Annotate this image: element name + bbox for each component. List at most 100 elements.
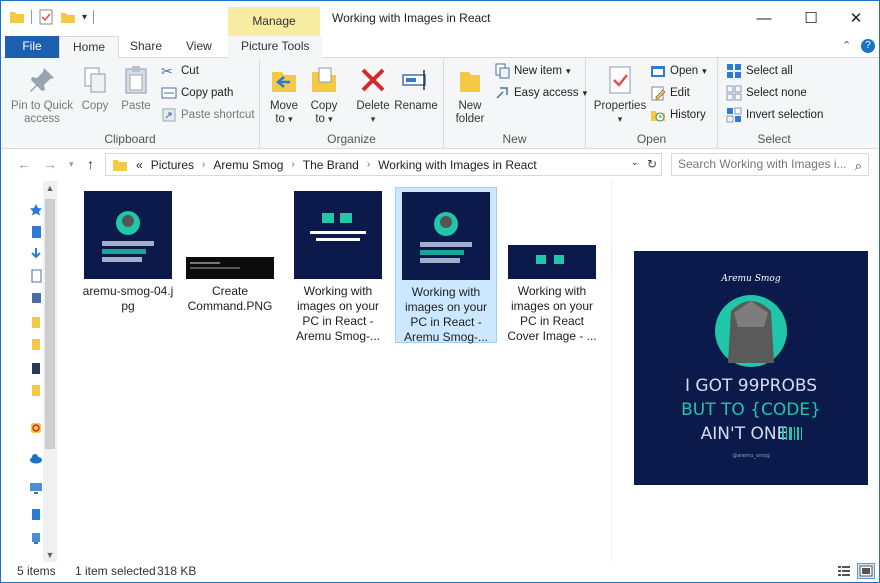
file-item[interactable]: Working with images on your PC in React … bbox=[501, 187, 603, 343]
file-item[interactable]: aremu-smog-04.j pg bbox=[77, 187, 179, 343]
breadcrumb-aremu-smog[interactable]: Aremu Smog bbox=[213, 158, 283, 172]
window-title: Working with Images in React bbox=[332, 11, 491, 25]
delete-x-icon bbox=[361, 68, 385, 92]
easy-access-label: Easy access bbox=[514, 87, 579, 99]
delete-button[interactable]: Delete ▾ bbox=[354, 64, 392, 126]
new-item-button[interactable]: New item ▾ bbox=[494, 61, 570, 81]
breadcrumb-the-brand[interactable]: The Brand bbox=[303, 158, 359, 172]
breadcrumb-current[interactable]: Working with Images in React bbox=[378, 158, 537, 172]
tab-picture-tools[interactable]: Picture Tools bbox=[228, 36, 323, 58]
folder-icon[interactable] bbox=[29, 337, 43, 351]
open-group-label: Open bbox=[636, 132, 667, 146]
history-button[interactable]: History bbox=[650, 105, 706, 125]
address-overflow[interactable]: « bbox=[136, 158, 143, 172]
folder-icon[interactable] bbox=[29, 383, 43, 397]
manage-context-tab[interactable]: Manage bbox=[228, 7, 320, 36]
new-item-label: New item bbox=[514, 65, 562, 77]
new-folder-button[interactable]: New folder bbox=[450, 64, 490, 126]
history-label: History bbox=[670, 109, 706, 121]
up-arrow-icon[interactable]: ↑ bbox=[87, 156, 94, 172]
collapse-ribbon-icon[interactable]: ⌃ bbox=[842, 39, 851, 52]
pin-label: Pin to Quick access bbox=[11, 100, 73, 125]
explorer-window: ▾ Manage Working with Images in React — … bbox=[0, 0, 880, 583]
new-folder-icon[interactable] bbox=[60, 9, 76, 25]
copy-path-button[interactable]: Copy path bbox=[161, 83, 233, 103]
file-name: Create Command.PNG bbox=[187, 284, 273, 313]
file-name: Working with images on your PC in React … bbox=[403, 285, 489, 344]
details-view-icon[interactable] bbox=[835, 563, 853, 579]
tab-file[interactable]: File bbox=[5, 36, 59, 58]
select-none-button[interactable]: Select none bbox=[726, 83, 807, 103]
address-bar[interactable]: « Pictures › Aremu Smog › The Brand › Wo… bbox=[105, 153, 662, 176]
help-icon[interactable]: ? bbox=[861, 39, 875, 53]
edit-button[interactable]: Edit bbox=[650, 83, 690, 103]
easy-access-button[interactable]: Easy access ▾ bbox=[494, 83, 587, 103]
preview-line2: BUT TO {CODE} bbox=[681, 400, 821, 420]
back-arrow-icon[interactable]: ← bbox=[17, 156, 31, 172]
properties-button[interactable]: Properties ▾ bbox=[592, 64, 648, 126]
maximize-button[interactable]: ☐ bbox=[788, 1, 834, 36]
file-item-selected[interactable]: Working with images on your PC in React … bbox=[395, 187, 497, 344]
close-button[interactable]: ✕ bbox=[833, 1, 879, 36]
onedrive-cloud-icon[interactable] bbox=[29, 451, 43, 465]
breadcrumb-pictures[interactable]: Pictures bbox=[151, 158, 194, 172]
chevron-right-icon[interactable]: › bbox=[202, 159, 205, 170]
rename-icon bbox=[402, 70, 426, 90]
network-icon[interactable] bbox=[29, 531, 43, 545]
address-dropdown-icon[interactable]: ⌄ bbox=[631, 157, 639, 171]
forward-arrow-icon[interactable]: → bbox=[43, 156, 57, 172]
paste-button[interactable]: Paste bbox=[117, 64, 155, 113]
select-group: Select all Select none Invert selection … bbox=[718, 58, 830, 149]
open-icon bbox=[651, 66, 665, 77]
select-all-button[interactable]: Select all bbox=[726, 61, 793, 81]
move-to-button[interactable]: Move to ▾ bbox=[266, 64, 302, 126]
chevron-right-icon[interactable]: › bbox=[291, 159, 294, 170]
copy-path-label: Copy path bbox=[181, 87, 234, 99]
documents-icon[interactable] bbox=[29, 269, 43, 283]
scroll-up-arrow-icon[interactable]: ▲ bbox=[43, 183, 57, 193]
rename-button[interactable]: Rename bbox=[394, 64, 438, 113]
paste-shortcut-button[interactable]: Paste shortcut bbox=[161, 105, 255, 125]
status-bar: 5 items 1 item selected 318 KB bbox=[1, 562, 879, 582]
search-placeholder: Search Working with Images i... bbox=[678, 157, 847, 171]
open-label: Open bbox=[670, 65, 699, 77]
folder-icon[interactable] bbox=[29, 315, 43, 329]
video-folder-icon[interactable] bbox=[29, 361, 43, 375]
large-icons-view-icon[interactable] bbox=[857, 563, 875, 579]
copy-path-icon bbox=[161, 87, 177, 99]
drive-icon[interactable] bbox=[29, 507, 43, 521]
invert-selection-button[interactable]: Invert selection bbox=[726, 105, 823, 125]
nav-pane-scrollbar[interactable]: ▲ ▼ bbox=[43, 181, 57, 562]
recent-locations-icon[interactable]: ▾ bbox=[69, 159, 74, 170]
file-name: Working with images on your PC in React … bbox=[507, 284, 597, 343]
downloads-icon[interactable] bbox=[29, 247, 43, 261]
search-icon[interactable]: ⌕ bbox=[855, 155, 862, 176]
tab-home[interactable]: Home bbox=[59, 36, 120, 59]
file-item[interactable]: Create Command.PNG bbox=[179, 187, 281, 343]
organize-group: Move to ▾ Copy to ▾ Delete ▾ Rename Orga… bbox=[260, 58, 444, 149]
pictures-icon[interactable] bbox=[29, 291, 43, 305]
scroll-down-arrow-icon[interactable]: ▼ bbox=[43, 550, 57, 560]
search-box[interactable]: Search Working with Images i... ⌕ bbox=[671, 153, 869, 176]
copy-button[interactable]: Copy bbox=[77, 64, 113, 113]
tab-share[interactable]: Share bbox=[117, 36, 175, 58]
scroll-thumb[interactable] bbox=[45, 199, 55, 449]
cut-button[interactable]: ✂ Cut bbox=[161, 61, 199, 81]
chevron-right-icon[interactable]: › bbox=[367, 159, 370, 170]
file-item[interactable]: Working with images on your PC in React … bbox=[287, 187, 389, 343]
image-thumbnail bbox=[294, 191, 382, 279]
minimize-button[interactable]: — bbox=[741, 1, 787, 36]
this-pc-icon[interactable] bbox=[29, 481, 43, 495]
tab-view[interactable]: View bbox=[173, 36, 225, 58]
quick-access-star-icon[interactable] bbox=[29, 203, 43, 217]
new-item-icon bbox=[495, 63, 510, 79]
desktop-icon[interactable] bbox=[29, 225, 43, 239]
new-group: New folder New item ▾ Easy access ▾ New bbox=[444, 58, 587, 149]
pin-quick-access-button[interactable]: Pin to Quick access bbox=[7, 64, 77, 126]
copy-to-button[interactable]: Copy to ▾ bbox=[306, 64, 342, 126]
open-button[interactable]: Open ▾ bbox=[650, 61, 707, 81]
refresh-icon[interactable]: ↻ bbox=[647, 157, 657, 171]
qat-dropdown-icon[interactable]: ▾ bbox=[82, 12, 87, 23]
creative-cloud-icon[interactable] bbox=[29, 421, 43, 435]
properties-check-icon[interactable] bbox=[38, 9, 54, 25]
